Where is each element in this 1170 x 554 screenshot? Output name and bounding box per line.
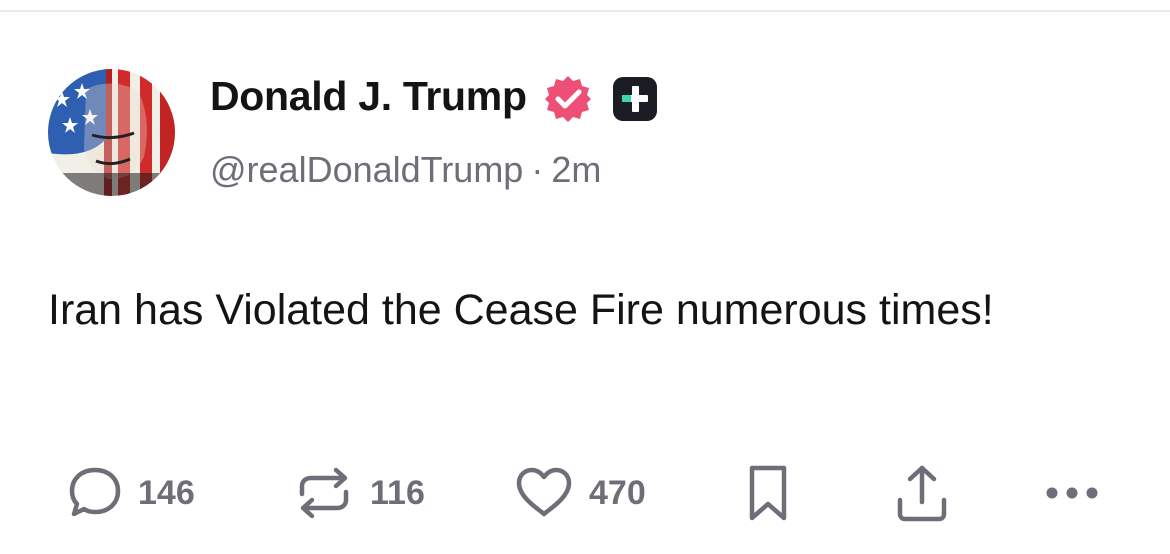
reply-icon bbox=[69, 467, 121, 517]
bookmark-button[interactable] bbox=[740, 462, 796, 524]
post-timestamp[interactable]: 2m bbox=[551, 149, 601, 190]
verified-badge-icon bbox=[545, 76, 591, 122]
share-button[interactable] bbox=[890, 462, 954, 524]
avatar[interactable] bbox=[48, 69, 175, 196]
repost-count: 116 bbox=[370, 473, 425, 512]
avatar-image bbox=[48, 69, 175, 196]
plus-badge-icon bbox=[613, 77, 657, 121]
more-options-button[interactable] bbox=[1040, 462, 1104, 524]
bookmark-icon bbox=[749, 465, 787, 521]
reply-count: 146 bbox=[138, 473, 195, 512]
repost-button[interactable]: 116 bbox=[292, 462, 425, 524]
share-icon bbox=[897, 465, 947, 522]
repost-icon bbox=[299, 467, 349, 519]
reply-button[interactable]: 146 bbox=[66, 462, 195, 524]
post-meta: @realDonaldTrump · 2m bbox=[210, 148, 601, 192]
more-icon bbox=[1046, 487, 1098, 499]
post-card: Donald J. Trump @realDonaldTrump · 2m Iran… bbox=[0, 0, 1170, 554]
like-button[interactable]: 470 bbox=[513, 462, 646, 524]
meta-separator: · bbox=[531, 149, 544, 190]
author-handle[interactable]: @realDonaldTrump bbox=[210, 149, 523, 190]
like-count: 470 bbox=[589, 473, 646, 512]
like-icon bbox=[516, 467, 572, 517]
author-display-name[interactable]: Donald J. Trump bbox=[210, 72, 527, 120]
post-text: Iran has Violated the Cease Fire numerou… bbox=[48, 286, 994, 334]
